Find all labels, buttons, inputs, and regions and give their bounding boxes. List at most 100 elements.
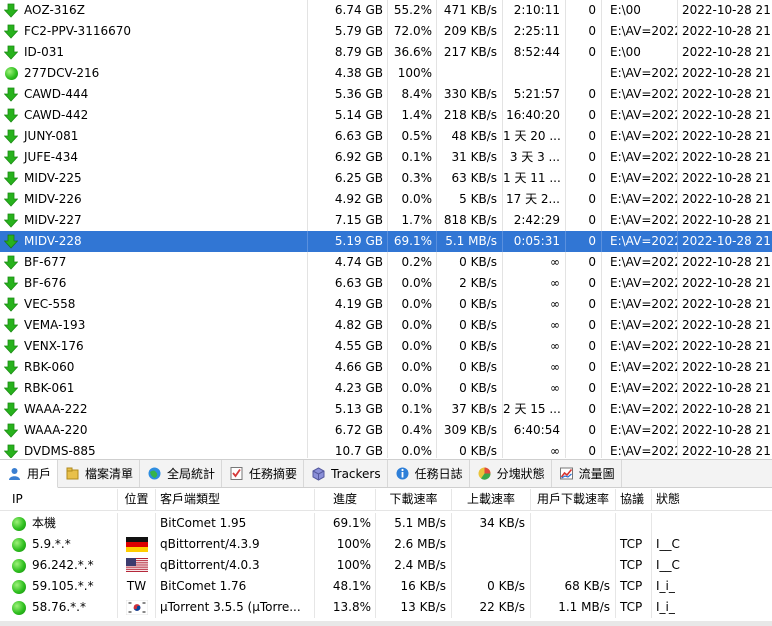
- col-header-ip[interactable]: IP: [0, 489, 118, 510]
- peer-upload-speed: [452, 534, 531, 555]
- torrent-row[interactable]: 277DCV-216 4.38 GB 100% E:\AV=2022 2022-10-2…: [0, 63, 772, 84]
- torrent-progress: 72.0%: [388, 21, 437, 42]
- peer-row[interactable]: 59.105.*.* TW BitComet 1.76 48.1% 16 KB/s 0 K…: [0, 576, 772, 597]
- torrent-name: 277DCV-216: [24, 66, 100, 80]
- col-header-client[interactable]: 客戶端類型: [156, 489, 315, 510]
- torrent-upload-speed: 0: [566, 231, 602, 252]
- tab-global-stats[interactable]: 全局統計: [140, 460, 223, 487]
- download-arrow-icon: [4, 423, 18, 438]
- torrent-upload-speed: 0: [566, 420, 602, 441]
- tab-piece-status[interactable]: 分塊狀態: [470, 460, 552, 487]
- torrent-row[interactable]: MIDV-226 4.92 GB 0.0% 5 KB/s 17 天 2... 0 E:\AV…: [0, 189, 772, 210]
- peer-location: [118, 597, 156, 618]
- torrent-name-cell: MIDV-227: [0, 210, 308, 231]
- peer-row[interactable]: 本機 BitComet 1.95 69.1% 5.1 MB/s 34 KB/s: [0, 513, 772, 534]
- peer-download-speed: 5.1 MB/s: [376, 513, 452, 534]
- torrent-row[interactable]: FC2-PPV-3116670 5.79 GB 72.0% 209 KB/s 2:25:…: [0, 21, 772, 42]
- tab-traffic-graph[interactable]: 流量圖: [552, 460, 622, 487]
- torrent-row[interactable]: JUFE-434 6.92 GB 0.1% 31 KB/s 3 天 3 ... 0 E:\A…: [0, 147, 772, 168]
- torrent-upload-speed: 0: [566, 189, 602, 210]
- file-list-icon: [66, 467, 79, 480]
- torrent-row[interactable]: MIDV-228 5.19 GB 69.1% 5.1 MB/s 0:05:31 0 E:\A…: [0, 231, 772, 252]
- torrent-eta: ∞: [503, 336, 566, 357]
- torrent-name: RBK-061: [24, 381, 75, 395]
- torrent-download-speed: 31 KB/s: [437, 147, 503, 168]
- peer-row[interactable]: 96.242.*.* qBittorrent/4.0.3 100% 2.4 MB/s T…: [0, 555, 772, 576]
- users-icon: [9, 468, 20, 480]
- torrent-row[interactable]: ID-031 8.79 GB 36.6% 217 KB/s 8:52:44 0 E:\00 2…: [0, 42, 772, 63]
- tab-file-list[interactable]: 檔案清單: [58, 460, 141, 487]
- col-header-peer-download[interactable]: 用戶下載速率: [531, 489, 616, 510]
- torrent-row[interactable]: VENX-176 4.55 GB 0.0% 0 KB/s ∞ 0 E:\AV=2022 202…: [0, 336, 772, 357]
- torrent-upload-speed: 0: [566, 336, 602, 357]
- de-flag-icon: [125, 537, 148, 552]
- tab-users[interactable]: 用戶: [0, 460, 59, 488]
- peer-client: BitComet 1.76: [156, 576, 315, 597]
- tab-task-log[interactable]: 任務日誌: [388, 460, 470, 487]
- torrent-row[interactable]: AOZ-316Z 6.74 GB 55.2% 471 KB/s 2:10:11 0 E:\0…: [0, 0, 772, 21]
- torrent-name: ID-031: [24, 45, 65, 59]
- torrent-progress: 0.0%: [388, 441, 437, 458]
- peer-location: [118, 534, 156, 555]
- tab-trackers[interactable]: Trackers: [304, 460, 388, 487]
- col-header-status[interactable]: 狀態: [652, 489, 712, 510]
- peer-row[interactable]: 58.76.*.* µTorrent 3.5.5 (µTorre... 13.8% 1…: [0, 597, 772, 618]
- torrent-row[interactable]: CAWD-444 5.36 GB 8.4% 330 KB/s 5:21:57 0 E:\AV…: [0, 84, 772, 105]
- torrent-row[interactable]: BF-677 4.74 GB 0.2% 0 KB/s ∞ 0 E:\AV=2022 2022-…: [0, 252, 772, 273]
- col-header-download[interactable]: 下載速率: [376, 489, 452, 510]
- torrent-download-speed: 209 KB/s: [437, 21, 503, 42]
- torrent-row[interactable]: DVDMS-885 10.7 GB 0.0% 0 KB/s ∞ 0 E:\AV=2022 20…: [0, 441, 772, 458]
- torrent-name: VEC-558: [24, 297, 76, 311]
- completed-status-icon: [5, 67, 18, 80]
- torrent-row[interactable]: WAAA-220 6.72 GB 0.4% 309 KB/s 6:40:54 0 E:\AV…: [0, 420, 772, 441]
- torrent-date-added: 2022-10-28 21:: [682, 318, 772, 332]
- download-arrow-icon: [4, 402, 18, 417]
- torrent-row[interactable]: BF-676 6.63 GB 0.0% 2 KB/s ∞ 0 E:\AV=2022 2022-…: [0, 273, 772, 294]
- torrent-size: 6.74 GB: [308, 0, 388, 21]
- torrent-download-speed: 0 KB/s: [437, 357, 503, 378]
- torrent-eta: 6:40:54: [503, 420, 566, 441]
- torrent-download-speed: 217 KB/s: [437, 42, 503, 63]
- torrent-row[interactable]: RBK-061 4.23 GB 0.0% 0 KB/s ∞ 0 E:\AV=2022 2022…: [0, 378, 772, 399]
- torrent-progress: 100%: [388, 63, 437, 84]
- peer-upload-speed: 0 KB/s: [452, 576, 531, 597]
- torrent-download-speed: 63 KB/s: [437, 168, 503, 189]
- torrent-save-dir: E:\AV=2022: [602, 441, 678, 458]
- peer-ip: 本機: [32, 516, 57, 530]
- torrent-progress: 0.0%: [388, 273, 437, 294]
- peer-ip-cell: 96.242.*.*: [0, 555, 118, 576]
- col-header-location[interactable]: 位置: [118, 489, 156, 510]
- tab-task-summary[interactable]: 任務摘要: [222, 460, 305, 487]
- peer-location: [118, 555, 156, 576]
- torrent-row[interactable]: CAWD-442 5.14 GB 1.4% 218 KB/s 16:40:20 0 E:\A…: [0, 105, 772, 126]
- peer-row[interactable]: 5.9.*.* qBittorrent/4.3.9 100% 2.6 MB/s TCP I…: [0, 534, 772, 555]
- torrent-upload-speed: 0: [566, 294, 602, 315]
- download-arrow-icon: [4, 192, 18, 207]
- torrent-row[interactable]: MIDV-227 7.15 GB 1.7% 818 KB/s 2:42:29 0 E:\AV…: [0, 210, 772, 231]
- torrent-eta: 2:10:11: [503, 0, 566, 21]
- peer-status: I__C: [656, 558, 680, 572]
- detail-tab-bar: 用戶 檔案清單 全局統計 任務摘要 Trackers 任務日誌 分塊狀態 流量圖: [0, 459, 772, 488]
- torrent-row[interactable]: MIDV-225 6.25 GB 0.3% 63 KB/s 1 天 11 ... 0 E:\…: [0, 168, 772, 189]
- horizontal-scrollbar[interactable]: [0, 621, 772, 626]
- torrent-save-dir: E:\AV=2022: [602, 147, 678, 168]
- torrent-row[interactable]: JUNY-081 6.63 GB 0.5% 48 KB/s 1 天 20 ... 0 E:\…: [0, 126, 772, 147]
- peer-ip: 58.76.*.*: [32, 600, 86, 614]
- peer-ip: 59.105.*.*: [32, 579, 94, 593]
- torrent-row[interactable]: WAAA-222 5.13 GB 0.1% 37 KB/s 2 天 15 ... 0 E:\…: [0, 399, 772, 420]
- torrent-name: WAAA-220: [24, 423, 88, 437]
- torrent-list[interactable]: AOZ-316Z 6.74 GB 55.2% 471 KB/s 2:10:11 0 E:\0…: [0, 0, 772, 458]
- torrent-date-added: 2022-10-28 21:: [682, 213, 772, 227]
- torrent-upload-speed: [566, 63, 602, 84]
- torrent-row[interactable]: RBK-060 4.66 GB 0.0% 0 KB/s ∞ 0 E:\AV=2022 2022…: [0, 357, 772, 378]
- torrent-eta: ∞: [503, 441, 566, 458]
- torrent-row[interactable]: VEC-558 4.19 GB 0.0% 0 KB/s ∞ 0 E:\AV=2022 2022…: [0, 294, 772, 315]
- peer-location: TW: [118, 576, 156, 597]
- torrent-row[interactable]: VEMA-193 4.82 GB 0.0% 0 KB/s ∞ 0 E:\AV=2022 202…: [0, 315, 772, 336]
- col-header-protocol[interactable]: 協議: [616, 489, 652, 510]
- torrent-name-cell: MIDV-228: [0, 231, 308, 252]
- col-header-upload[interactable]: 上載速率: [452, 489, 531, 510]
- col-header-progress[interactable]: 進度: [315, 489, 376, 510]
- torrent-save-dir: E:\AV=2022: [602, 357, 678, 378]
- torrent-date-added: 2022-10-28 21:: [682, 108, 772, 122]
